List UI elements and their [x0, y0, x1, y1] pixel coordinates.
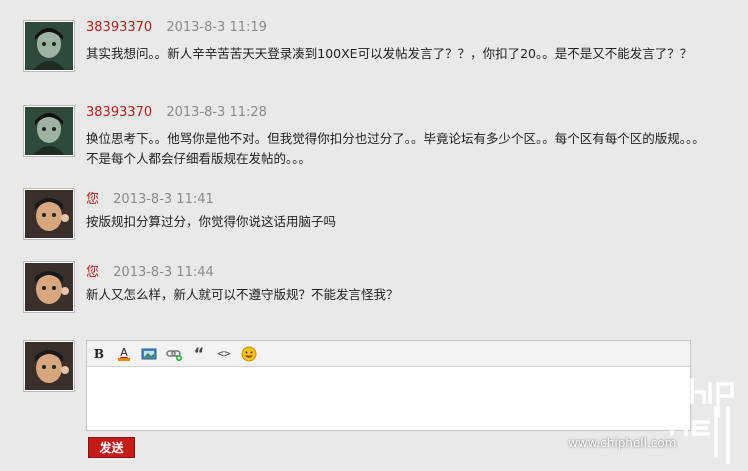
- chiphell-logo-icon: [668, 378, 734, 464]
- reply-editor: B A “ <>: [86, 340, 691, 431]
- quote-icon[interactable]: “: [191, 343, 207, 363]
- link-icon-svg: [166, 349, 182, 361]
- author-name[interactable]: 38393370: [86, 20, 152, 35]
- font-color-icon[interactable]: A: [116, 346, 132, 362]
- bold-label: B: [93, 346, 105, 361]
- author-name[interactable]: 您: [86, 265, 99, 280]
- avatar[interactable]: [23, 20, 75, 72]
- author-name[interactable]: 您: [86, 192, 99, 207]
- timestamp: 2013-8-3 11:19: [166, 20, 267, 35]
- timestamp: 2013-8-3 11:44: [113, 265, 214, 280]
- message-text: 其实我想问。。新人辛辛苦苦天天登录凑到100XE可以发帖发言了？？，你扣了20。…: [86, 46, 693, 61]
- message-text: 换位思考下。。他骂你是他不对。但我觉得你扣分也过分了。。毕竟论坛有多少个区。。每…: [86, 131, 705, 166]
- code-icon[interactable]: <>: [216, 346, 232, 362]
- avatar[interactable]: [23, 261, 75, 313]
- message-meta: 38393370 2013-8-3 11:19: [86, 20, 267, 35]
- my-avatar[interactable]: [23, 340, 75, 392]
- image-icon[interactable]: [141, 346, 157, 362]
- message-meta: 您 2013-8-3 11:41: [86, 188, 214, 207]
- dark-avatar-icon: [25, 107, 73, 155]
- kid-avatar-icon: [25, 342, 73, 390]
- link-icon[interactable]: [166, 346, 182, 362]
- timestamp: 2013-8-3 11:28: [166, 105, 267, 120]
- message-text: 新人又怎么样，新人就可以不遵守版规？不能发言怪我？: [86, 287, 399, 302]
- smiley-icon[interactable]: [241, 346, 257, 362]
- dark-avatar-icon: [25, 22, 73, 70]
- timestamp: 2013-8-3 11:41: [113, 192, 214, 207]
- message-meta: 38393370 2013-8-3 11:28: [86, 105, 267, 120]
- code-label: <>: [217, 347, 231, 360]
- message-meta: 您 2013-8-3 11:44: [86, 261, 214, 280]
- watermark-url: www.chiphell.com: [568, 436, 677, 450]
- bold-icon[interactable]: B: [91, 346, 107, 362]
- font-color-label: A: [120, 345, 128, 359]
- message-text: 按版规扣分算过分，你觉得你说这话用脑子吗: [86, 214, 337, 229]
- reply-textarea[interactable]: [87, 367, 690, 429]
- color-swatch: [118, 357, 130, 361]
- quote-label: “: [193, 343, 205, 363]
- smiley-icon-svg: [241, 346, 257, 361]
- kid-avatar-icon: [25, 190, 73, 238]
- send-button[interactable]: 发送: [88, 437, 135, 458]
- image-icon-svg: [141, 348, 157, 359]
- author-name[interactable]: 38393370: [86, 105, 152, 120]
- avatar[interactable]: [23, 105, 75, 157]
- avatar[interactable]: [23, 188, 75, 240]
- editor-toolbar: B A “ <>: [87, 341, 690, 367]
- kid-avatar-icon: [25, 263, 73, 311]
